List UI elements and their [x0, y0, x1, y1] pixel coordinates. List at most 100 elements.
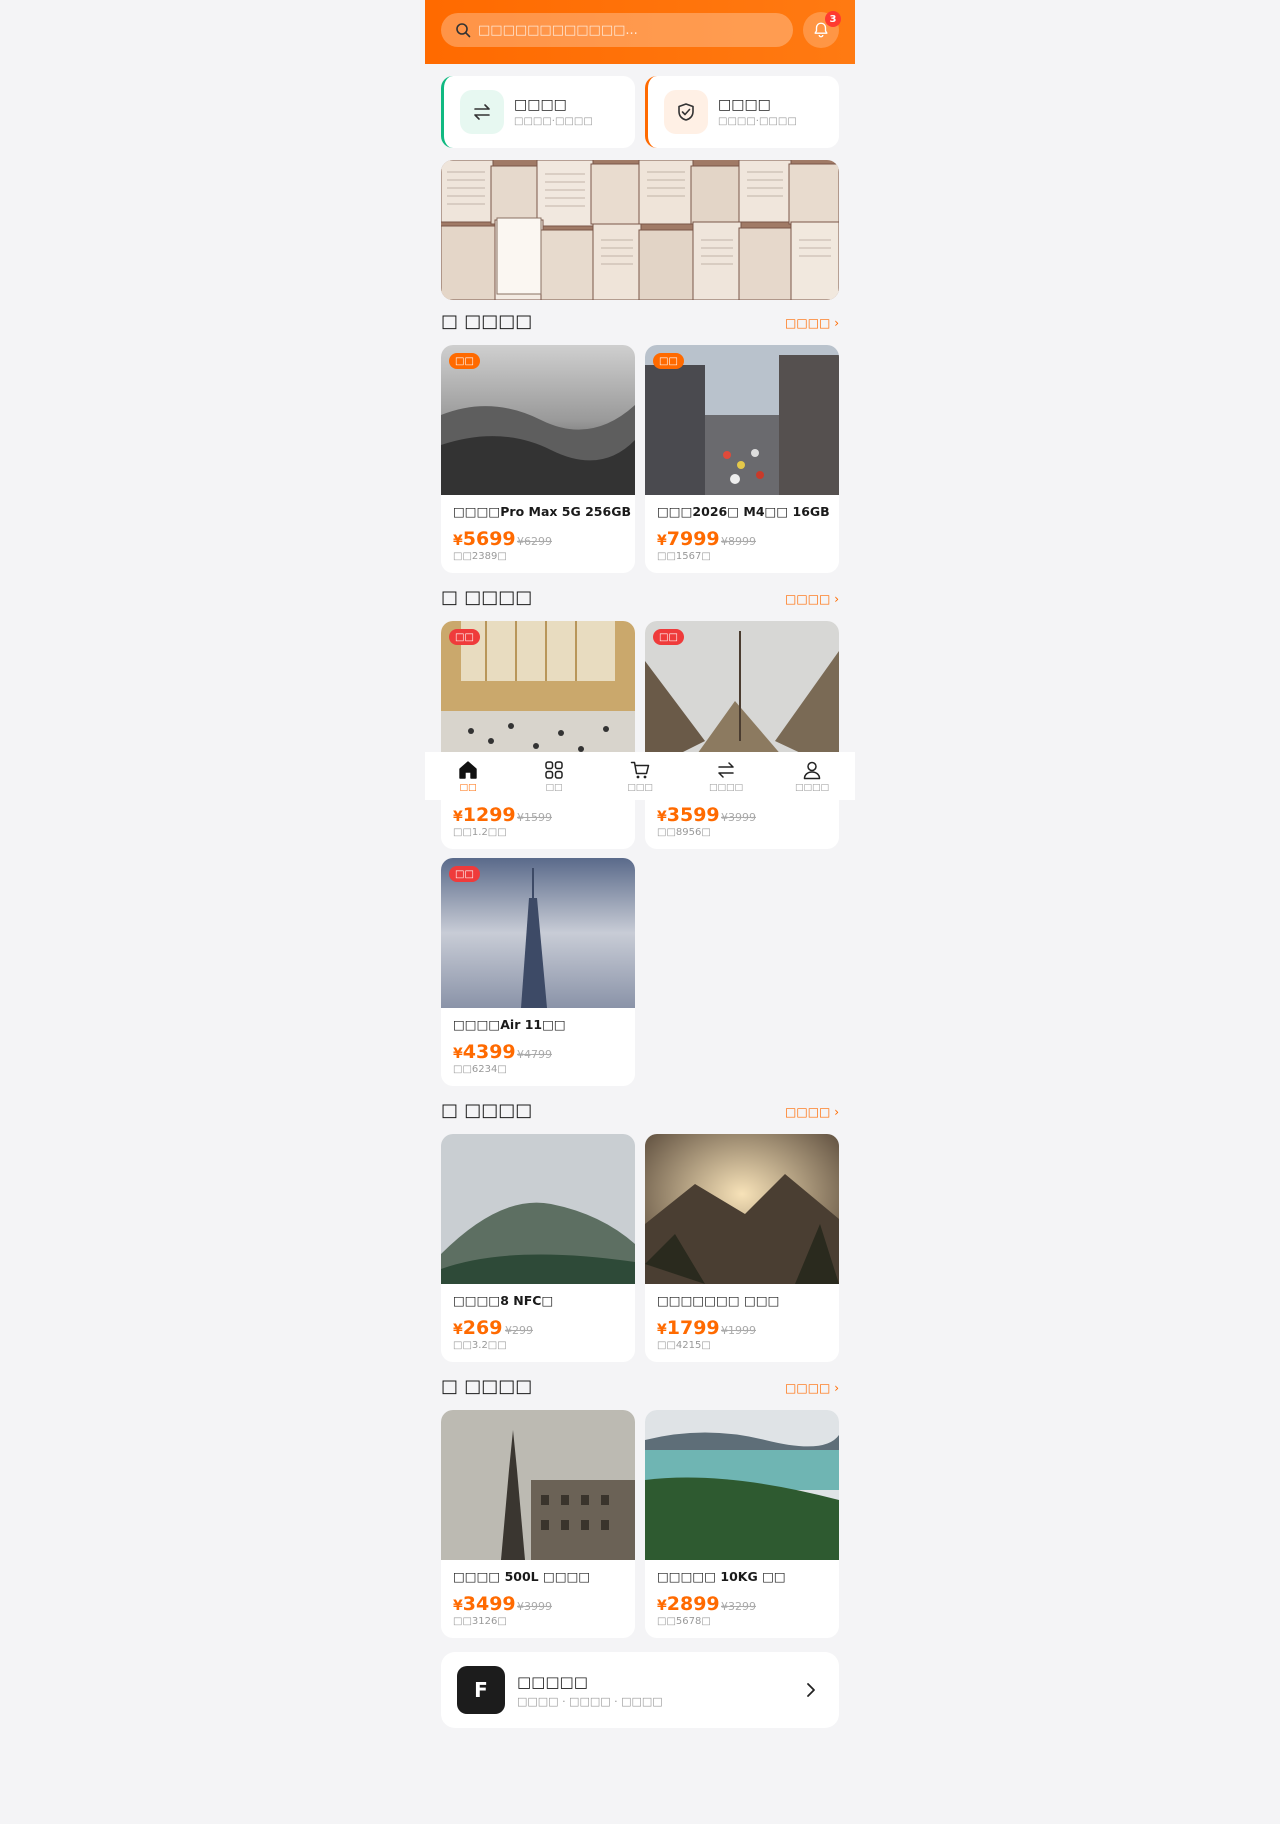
promo-banner[interactable]	[441, 160, 839, 300]
product-sold-count: □□1.2□□	[453, 827, 507, 838]
product-original-price: ¥1999	[721, 1324, 756, 1337]
product-sold-count: □□6234□	[453, 1064, 507, 1075]
quick-card-guarantee[interactable]: □□□□ □□□□·□□□□	[645, 76, 839, 148]
nav-item-home[interactable]: □□	[433, 759, 503, 793]
banner-books-image	[441, 160, 839, 300]
product-price: ¥4399	[453, 1041, 516, 1063]
section-more-link-3[interactable]: □□□□ ›	[785, 1105, 839, 1119]
product-sold-count: □□4215□	[657, 1340, 711, 1351]
product-original-price: ¥6299	[517, 535, 552, 548]
app-root: □□□□□□□□□□□□... 3 □□□□ □□□□·□□□□ □□□□ □□…	[425, 0, 855, 1824]
nav-label: □□	[459, 783, 477, 793]
swap-icon	[718, 762, 734, 778]
product-card[interactable]: □□□□ 500L □□□□ ¥3499 ¥3999 □□3126□	[441, 1410, 635, 1638]
product-sold-count: □□2389□	[453, 551, 507, 562]
product-price: ¥3499	[453, 1593, 516, 1615]
product-price: ¥269	[453, 1317, 503, 1339]
user-icon	[803, 761, 821, 780]
product-sold-count: □□5678□	[657, 1616, 711, 1627]
product-price: ¥2899	[657, 1593, 720, 1615]
quick-card-subtitle: □□□□·□□□□	[514, 116, 593, 127]
store-tagline: □□□□ · □□□□ · □□□□	[517, 1694, 663, 1708]
section-title-4: □ □□□□	[441, 1376, 533, 1397]
product-card[interactable]: □□ ¥3599 ¥3999 □□8956□	[645, 621, 839, 849]
store-footer-card[interactable]: F □□□□□ □□□□ · □□□□ · □□□□	[441, 1652, 839, 1728]
product-name: □□□□□ 10KG □□	[657, 1569, 786, 1584]
product-image	[645, 1134, 839, 1284]
product-card[interactable]: □□□□□□□ □□□ ¥1799 ¥1999 □□4215□	[645, 1134, 839, 1362]
product-tag: □□	[653, 629, 684, 645]
product-original-price: ¥3999	[721, 811, 756, 824]
product-image	[441, 1134, 635, 1284]
store-logo: F	[457, 1666, 505, 1714]
product-tag: □□	[653, 353, 684, 369]
product-card[interactable]: □□ □□□2026□ M4□□ 16GB ¥7999 ¥8999 □□1567…	[645, 345, 839, 573]
top-header: □□□□□□□□□□□□... 3	[425, 0, 855, 64]
nav-label: □□□	[627, 783, 653, 793]
product-sold-count: □□3.2□□	[453, 1340, 507, 1351]
product-image	[645, 1410, 839, 1560]
section-title-3: □ □□□□	[441, 1100, 533, 1121]
product-name: □□□□8 NFC□	[453, 1293, 554, 1308]
quick-card-icon-wrap	[664, 90, 708, 134]
product-sold-count: □□8956□	[657, 827, 711, 838]
product-sold-count: □□3126□	[453, 1616, 507, 1627]
product-card[interactable]: □□ □□□□Pro Max 5G 256GB ¥5699 ¥6299 □□23…	[441, 345, 635, 573]
product-original-price: ¥8999	[721, 535, 756, 548]
product-card[interactable]: □□ □□□□Air 11□□ ¥4399 ¥4799 □□6234□	[441, 858, 635, 1086]
cart-icon	[630, 761, 650, 779]
product-original-price: ¥3999	[517, 1600, 552, 1613]
product-card[interactable]: □□□□8 NFC□ ¥269 ¥299 □□3.2□□	[441, 1134, 635, 1362]
quick-card-subtitle: □□□□·□□□□	[718, 116, 797, 127]
grid-icon	[545, 761, 563, 779]
product-name: □□□2026□ M4□□ 16GB	[657, 504, 830, 519]
product-image	[441, 1410, 635, 1560]
nav-item-profile[interactable]: □□□□	[777, 759, 847, 793]
product-name: □□□□□□□ □□□	[657, 1293, 780, 1308]
product-tag: □□	[449, 866, 480, 882]
nav-item-category[interactable]: □□	[519, 759, 589, 793]
nav-label: □□□□	[708, 783, 743, 793]
product-price: ¥1299	[453, 804, 516, 826]
product-name: □□□□Air 11□□	[453, 1017, 566, 1032]
product-price: ¥1799	[657, 1317, 720, 1339]
product-tag: □□	[449, 353, 480, 369]
home-icon	[459, 761, 477, 779]
quick-card-title: □□□□	[718, 97, 771, 113]
nav-label: □□□□	[794, 783, 829, 793]
shield-check-icon	[678, 103, 694, 121]
product-original-price: ¥3299	[721, 1600, 756, 1613]
product-sold-count: □□1567□	[657, 551, 711, 562]
notification-badge: 3	[825, 11, 841, 27]
product-price: ¥7999	[657, 528, 720, 550]
section-title-1: □ □□□□	[441, 311, 533, 332]
bottom-nav: □□ □□ □□□ □□□□ □□□□	[425, 752, 855, 800]
quick-card-trade[interactable]: □□□□ □□□□·□□□□	[441, 76, 635, 148]
swap-icon	[474, 104, 490, 120]
search-placeholder: □□□□□□□□□□□□...	[478, 22, 638, 38]
product-card[interactable]: □□□□□ 10KG □□ ¥2899 ¥3299 □□5678□	[645, 1410, 839, 1638]
section-title-2: □ □□□□	[441, 587, 533, 608]
product-original-price: ¥4799	[517, 1048, 552, 1061]
product-name: □□□□ 500L □□□□	[453, 1569, 591, 1584]
product-original-price: ¥299	[505, 1324, 533, 1337]
nav-item-trade[interactable]: □□□□	[691, 759, 761, 793]
nav-label: □□	[545, 783, 563, 793]
store-name: □□□□□	[517, 1672, 588, 1691]
nav-item-cart[interactable]: □□□	[605, 759, 675, 793]
quick-card-title: □□□□	[514, 97, 567, 113]
search-bar[interactable]: □□□□□□□□□□□□...	[441, 13, 793, 47]
section-more-link-1[interactable]: □□□□ ›	[785, 316, 839, 330]
product-name: □□□□Pro Max 5G 256GB	[453, 504, 631, 519]
section-more-link-2[interactable]: □□□□ ›	[785, 592, 839, 606]
product-price: ¥5699	[453, 528, 516, 550]
quick-card-icon-wrap	[460, 90, 504, 134]
chevron-right-icon	[807, 1683, 815, 1697]
search-icon	[456, 23, 471, 38]
notification-button[interactable]: 3	[803, 11, 841, 48]
product-tag: □□	[449, 629, 480, 645]
product-card[interactable]: □□ ¥1299 ¥1599 □□1.2□□	[441, 621, 635, 849]
product-price: ¥3599	[657, 804, 720, 826]
section-more-link-4[interactable]: □□□□ ›	[785, 1381, 839, 1395]
product-original-price: ¥1599	[517, 811, 552, 824]
